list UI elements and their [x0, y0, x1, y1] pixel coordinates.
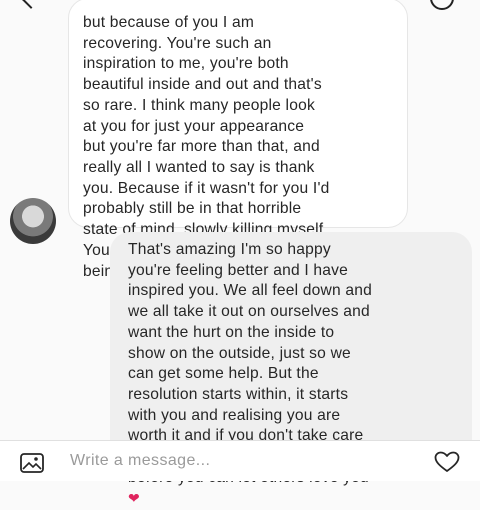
sent-message-bubble[interactable]: That's amazing I'm so happy you're feeli… [110, 232, 472, 506]
message-composer [0, 440, 480, 481]
received-message-bubble[interactable]: but because of you I am recovering. You'… [68, 0, 408, 280]
gallery-icon[interactable] [20, 453, 44, 473]
sender-avatar[interactable] [10, 198, 56, 244]
message-input[interactable] [70, 447, 410, 475]
heart-like-icon[interactable] [434, 451, 460, 473]
red-heart-emoji: ❤ [128, 490, 140, 507]
